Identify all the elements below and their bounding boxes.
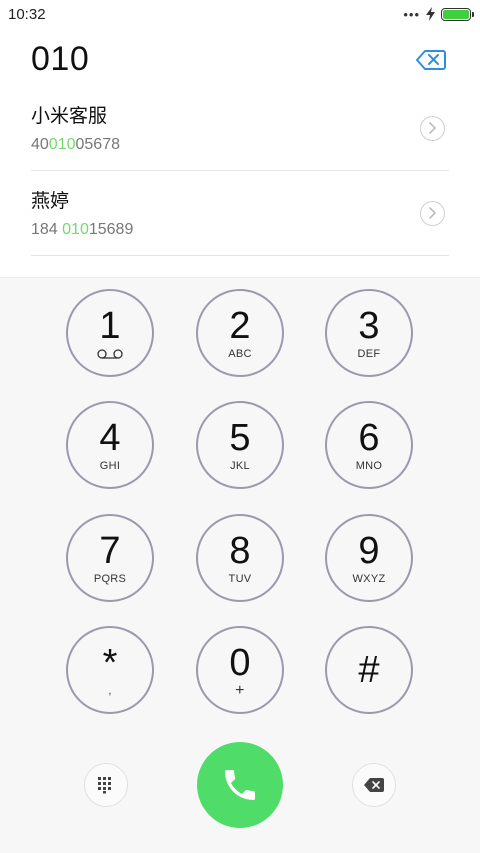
hide-keypad-button[interactable] [84,763,128,807]
key-letters: GHI [99,459,121,472]
key-digit: 4 [99,416,121,459]
key-letters: TUV [228,572,252,585]
voicemail-icon [97,349,123,359]
charging-bolt-icon [426,7,435,21]
key-letters: WXYZ [352,572,386,585]
chevron-right-icon [429,122,436,134]
key-digit: 3 [358,304,380,347]
status-icons: ••• [403,6,474,22]
key-letters: DEF [357,347,381,360]
keypad-grid-icon [98,777,111,794]
contact-name: 燕婷 [31,191,70,212]
key-digit: 1 [99,305,121,347]
dialed-number: 010 [31,40,90,78]
contact-number: 184 01015689 [31,220,449,240]
key-4[interactable]: 4 GHI [66,401,154,489]
backspace-icon [416,50,446,70]
key-hash[interactable]: # [325,626,413,714]
more-dots-icon: ••• [403,6,420,22]
key-star[interactable]: * , [66,626,154,714]
key-6[interactable]: 6 MNO [325,401,413,489]
backspace-icon [364,778,384,792]
key-letters: MNO [355,459,383,472]
contact-detail-button[interactable] [420,201,445,226]
number-match: 010 [48,136,76,153]
key-1[interactable]: 1 [66,289,154,377]
contact-suggestions: 小米客服 4001005678 燕婷 184 01015689 [31,86,449,256]
key-letters: , [108,684,112,697]
key-digit: 2 [229,304,251,347]
contact-row[interactable]: 小米客服 4001005678 [31,86,449,171]
contact-detail-button[interactable] [420,116,445,141]
number-prefix: 184 [31,221,63,238]
phone-icon [225,770,255,800]
key-letters: PQRS [93,572,127,585]
number-prefix: 40 [31,136,49,153]
battery-icon [441,7,474,21]
key-letters: JKL [230,459,250,472]
key-9[interactable]: 9 WXYZ [325,514,413,602]
key-digit: 6 [358,416,380,459]
contact-row[interactable]: 燕婷 184 01015689 [31,171,449,256]
key-digit: # [358,649,380,691]
key-8[interactable]: 8 TUV [196,514,284,602]
key-7[interactable]: 7 PQRS [66,514,154,602]
backspace-button[interactable] [416,49,446,71]
key-digit: 5 [229,416,251,459]
number-match: 010 [62,221,89,238]
contact-number: 4001005678 [31,135,449,155]
delete-button[interactable] [352,763,396,807]
key-digit: * [102,641,118,684]
status-bar: 10:32 ••• [0,0,480,28]
number-suffix: 15689 [88,221,134,238]
status-time: 10:32 [8,5,46,23]
call-button[interactable] [197,742,283,828]
chevron-right-icon [429,207,436,219]
key-2[interactable]: 2 ABC [196,289,284,377]
key-5[interactable]: 5 JKL [196,401,284,489]
key-0[interactable]: 0 + [196,626,284,714]
number-suffix: 05678 [75,136,121,153]
key-digit: 7 [99,529,121,572]
key-digit: 8 [229,529,251,572]
key-digit: 9 [358,529,380,572]
key-3[interactable]: 3 DEF [325,289,413,377]
battery-level [443,9,469,19]
key-digit: 0 [229,641,251,684]
key-letters: ABC [228,347,252,360]
contact-name: 小米客服 [31,106,108,127]
key-letters: + [235,681,245,699]
